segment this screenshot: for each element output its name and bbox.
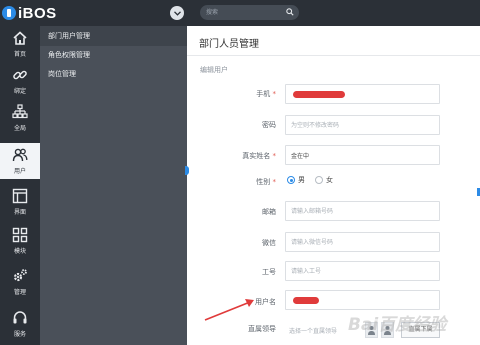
search-input[interactable] [206,7,282,18]
chevron-down-icon [173,10,181,16]
jobno-input[interactable] [291,265,431,277]
divider [187,55,480,56]
redacted-value [293,91,345,98]
nav-item-label: 全局 [13,125,26,132]
wechat-field[interactable] [285,232,440,252]
nav-item-users[interactable]: 用户 [0,143,40,179]
nav-item-label: 模块 [13,248,26,255]
home-icon [13,31,27,45]
grid-icon [12,227,28,243]
password-label: 密码 [262,121,276,129]
email-label: 邮箱 [262,208,276,216]
gender-female-label: 女 [326,176,333,184]
nav-item-label: 管理 [13,289,26,296]
realname-field[interactable] [285,145,440,165]
realname-label: 真实姓名 * [242,152,276,160]
jobno-label: 工号 [262,268,276,276]
users-icon [12,148,28,162]
redacted-value [293,297,319,304]
nav-item-bind[interactable]: 绑定 [0,63,40,99]
gears-icon [13,269,27,282]
panel-edge-marker [185,166,189,175]
sub-item-role-perms[interactable]: 角色权限管理 [40,45,187,65]
nav-item-label: 用户 [13,168,26,175]
gender-label: 性别 * [256,178,276,186]
sub-nav: 部门用户管理 角色权限管理 岗位管理 [40,26,187,345]
org-chart-icon [12,104,28,119]
layout-icon [12,188,28,204]
main-nav: 首页 绑定 全局 用户 界面 模块 管理 服务 [0,26,40,345]
collapse-menu-button[interactable] [170,6,184,20]
watermark: Bai百度经验 [348,315,447,335]
logo-text: iBOS [18,4,57,22]
nav-item-global[interactable]: 全局 [0,100,40,136]
nav-item-label: 服务 [13,331,26,338]
nav-item-manage[interactable]: 管理 [0,264,40,300]
username-label: 用户名 [255,298,276,306]
section-title: 编辑用户 [200,66,228,74]
mobile-label: 手机 * [256,90,276,98]
headset-icon [13,311,27,324]
logo[interactable]: iBOS [2,4,57,22]
mobile-field[interactable] [285,84,440,104]
nav-item-service[interactable]: 服务 [0,306,40,342]
link-icon [13,70,27,80]
sub-item-positions[interactable]: 岗位管理 [40,64,187,84]
password-field[interactable] [285,115,440,135]
page-title: 部门人员管理 [199,39,259,50]
logo-icon [2,6,16,20]
sub-item-dept-users[interactable]: 部门用户管理 [40,26,187,46]
wechat-label: 微信 [262,239,276,247]
realname-input[interactable] [291,149,431,161]
nav-item-label: 首页 [13,51,26,58]
gender-male-radio[interactable] [287,176,295,184]
top-bar: iBOS [0,0,480,26]
jobno-field[interactable] [285,261,440,281]
nav-item-label: 界面 [13,209,26,216]
gender-female-radio[interactable] [315,176,323,184]
nav-item-modules[interactable]: 模块 [0,223,40,259]
superior-label: 直属领导 [248,325,276,333]
nav-item-label: 绑定 [13,88,26,95]
email-input[interactable] [291,205,431,217]
search-box[interactable] [200,5,299,20]
password-input[interactable] [291,119,431,131]
email-field[interactable] [285,201,440,221]
gender-male-label: 男 [298,176,305,184]
gender-radio-group: 男 女 [287,175,333,185]
nav-item-home[interactable]: 首页 [0,26,40,62]
search-icon[interactable] [286,8,294,16]
wechat-input[interactable] [291,236,431,248]
nav-item-interface[interactable]: 界面 [0,184,40,220]
